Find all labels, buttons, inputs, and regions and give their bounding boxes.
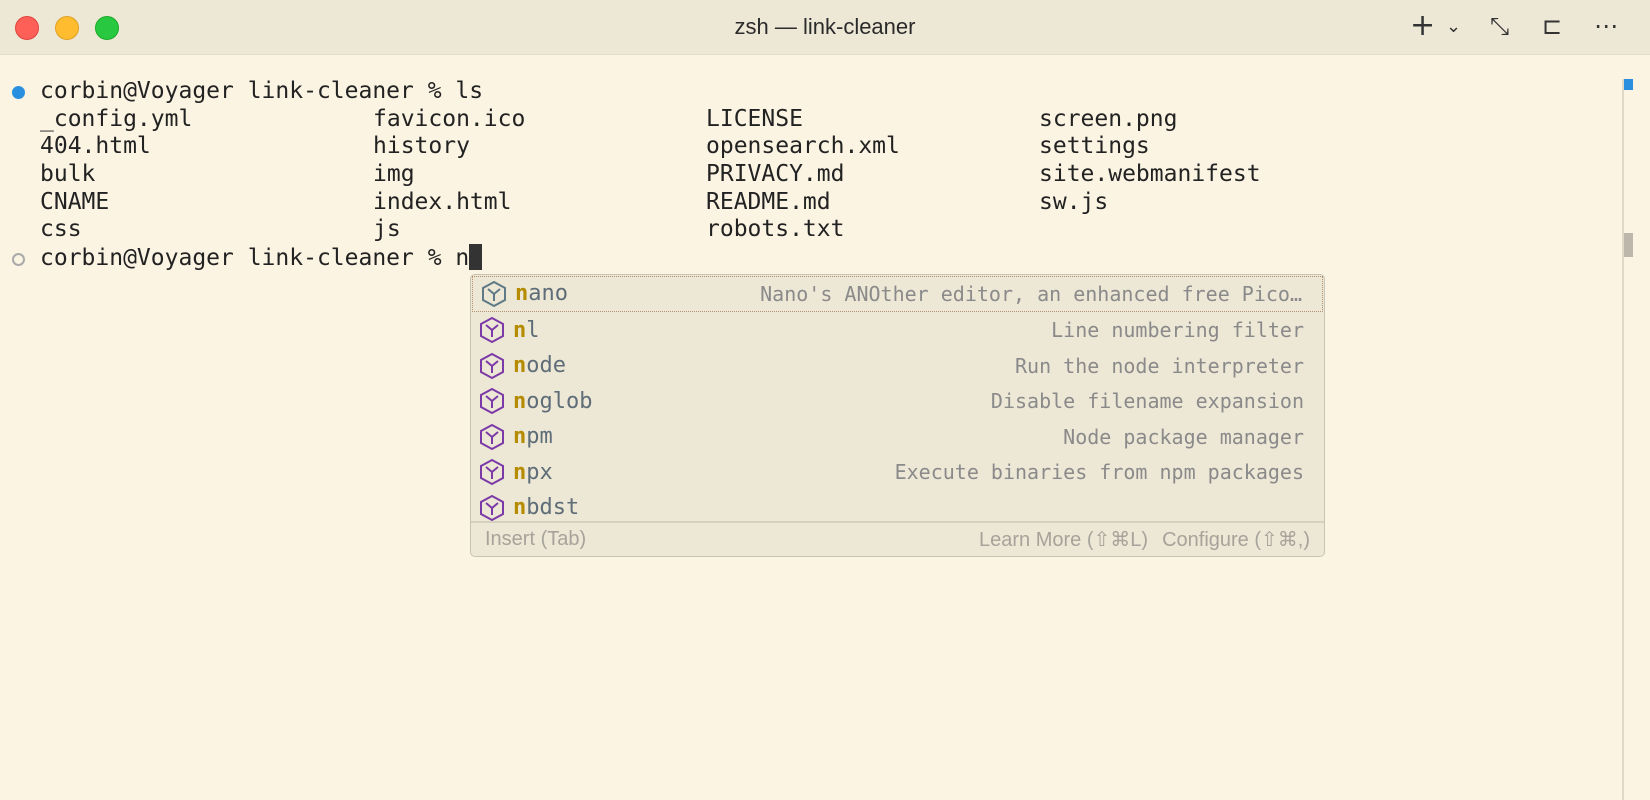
command-description: Execute binaries from npm packages xyxy=(894,460,1304,485)
file-name: favicon.ico xyxy=(373,105,526,132)
match-prefix: n xyxy=(515,281,529,307)
command-name: ano xyxy=(528,281,568,307)
collapse-icon[interactable]: ⤡ xyxy=(1490,12,1509,40)
file-name: CNAME xyxy=(40,188,110,215)
ruler-marker xyxy=(1624,79,1633,90)
file-name: site.webmanifest xyxy=(1039,161,1261,188)
terminal-output[interactable]: corbin@Voyager link-cleaner % ls _config… xyxy=(12,78,1261,272)
file-name: index.html xyxy=(373,188,512,215)
command-description: Disable filename expansion xyxy=(990,389,1304,414)
ls-row: bulk img PRIVACY.md site.webmanifest xyxy=(12,161,1261,189)
file-name: sw.js xyxy=(1039,188,1109,215)
match-prefix: n xyxy=(513,317,527,343)
file-name: history xyxy=(373,133,470,160)
command-cube-icon xyxy=(480,459,504,486)
configure-link[interactable]: Configure (⇧⌘,) xyxy=(1162,527,1310,552)
ls-row: _config.yml favicon.ico LICENSE screen.png xyxy=(12,105,1177,134)
command-cube-icon xyxy=(480,423,504,450)
command-description: Nano's ANOther editor, an enhanced free … xyxy=(760,281,1302,306)
command-cube-icon xyxy=(480,352,504,379)
file-name: PRIVACY.md xyxy=(706,161,845,188)
command-name: l xyxy=(526,317,540,343)
prompt-line: corbin@Voyager link-cleaner % ls xyxy=(40,78,484,104)
command-description: Run the node interpreter xyxy=(1015,353,1304,378)
autocomplete-item[interactable]: n pm Node package manager xyxy=(471,419,1324,455)
ls-row: CNAME index.html README.md sw.js xyxy=(12,188,1108,217)
more-icon[interactable]: ⋯ xyxy=(1594,12,1618,40)
file-name: LICENSE xyxy=(706,105,803,132)
command-name: pm xyxy=(526,424,553,450)
window-title: zsh — link-cleaner xyxy=(734,14,916,39)
text-cursor xyxy=(469,244,483,271)
autocomplete-item[interactable]: n oglob Disable filename expansion xyxy=(471,384,1324,420)
file-name: js xyxy=(373,216,401,243)
scrollbar-thumb[interactable] xyxy=(1624,233,1633,257)
file-name: screen.png xyxy=(1039,105,1178,132)
file-name: bulk xyxy=(40,161,96,188)
match-prefix: n xyxy=(513,459,527,485)
file-name: _config.yml xyxy=(40,105,193,132)
autocomplete-popup: n ano Nano's ANOther editor, an enhanced f… xyxy=(470,274,1325,557)
ls-row: 404.html history opensearch.xml settings xyxy=(12,133,1150,161)
command-name: bdst xyxy=(526,495,580,521)
command-success-dot-icon xyxy=(12,86,25,99)
autocomplete-item[interactable]: n ano Nano's ANOther editor, an enhanced f… xyxy=(472,276,1323,312)
scrollbar-overview-ruler[interactable] xyxy=(1622,79,1624,800)
command-description: Line numbering filter xyxy=(1051,318,1304,343)
prompt-line-current: corbin@Voyager link-cleaner % n xyxy=(40,245,470,272)
match-prefix: n xyxy=(513,388,527,414)
command-name: oglob xyxy=(526,388,593,414)
file-name: opensearch.xml xyxy=(706,133,900,160)
chevron-down-icon[interactable]: ⌄ xyxy=(1446,16,1461,37)
file-name: README.md xyxy=(706,188,831,215)
file-name: css xyxy=(40,216,82,243)
command-cube-icon xyxy=(480,494,504,521)
command-name: ode xyxy=(526,353,566,379)
command-description: Node package manager xyxy=(1063,424,1304,449)
match-prefix: n xyxy=(513,424,527,450)
file-name: robots.txt xyxy=(706,216,845,243)
command-name: px xyxy=(526,459,553,485)
match-prefix: n xyxy=(513,353,527,379)
file-name: img xyxy=(373,161,415,188)
autocomplete-footer: Insert (Tab) Learn More (⇧⌘L) Configure … xyxy=(471,521,1324,556)
insert-hint[interactable]: Insert (Tab) xyxy=(485,528,586,551)
title-bar: zsh — link-cleaner + ⌄ ⤡ ⊏ ⋯ xyxy=(0,0,1650,55)
match-prefix: n xyxy=(513,495,527,521)
file-name: settings xyxy=(1039,133,1150,160)
command-cube-icon xyxy=(480,388,504,415)
autocomplete-item[interactable]: n ode Run the node interpreter xyxy=(471,348,1324,384)
pin-icon[interactable]: ⊏ xyxy=(1542,12,1562,40)
new-tab-icon[interactable]: + xyxy=(1410,8,1435,43)
command-cube-icon xyxy=(482,280,506,307)
file-name: 404.html xyxy=(40,133,151,160)
ls-row: css js robots.txt xyxy=(12,216,844,244)
command-cube-icon xyxy=(480,317,504,344)
autocomplete-item[interactable]: n px Execute binaries from npm packages xyxy=(471,455,1324,491)
learn-more-link[interactable]: Learn More (⇧⌘L) xyxy=(979,527,1148,552)
autocomplete-item[interactable]: n l Line numbering filter xyxy=(471,313,1324,349)
command-pending-dot-icon xyxy=(12,253,25,267)
